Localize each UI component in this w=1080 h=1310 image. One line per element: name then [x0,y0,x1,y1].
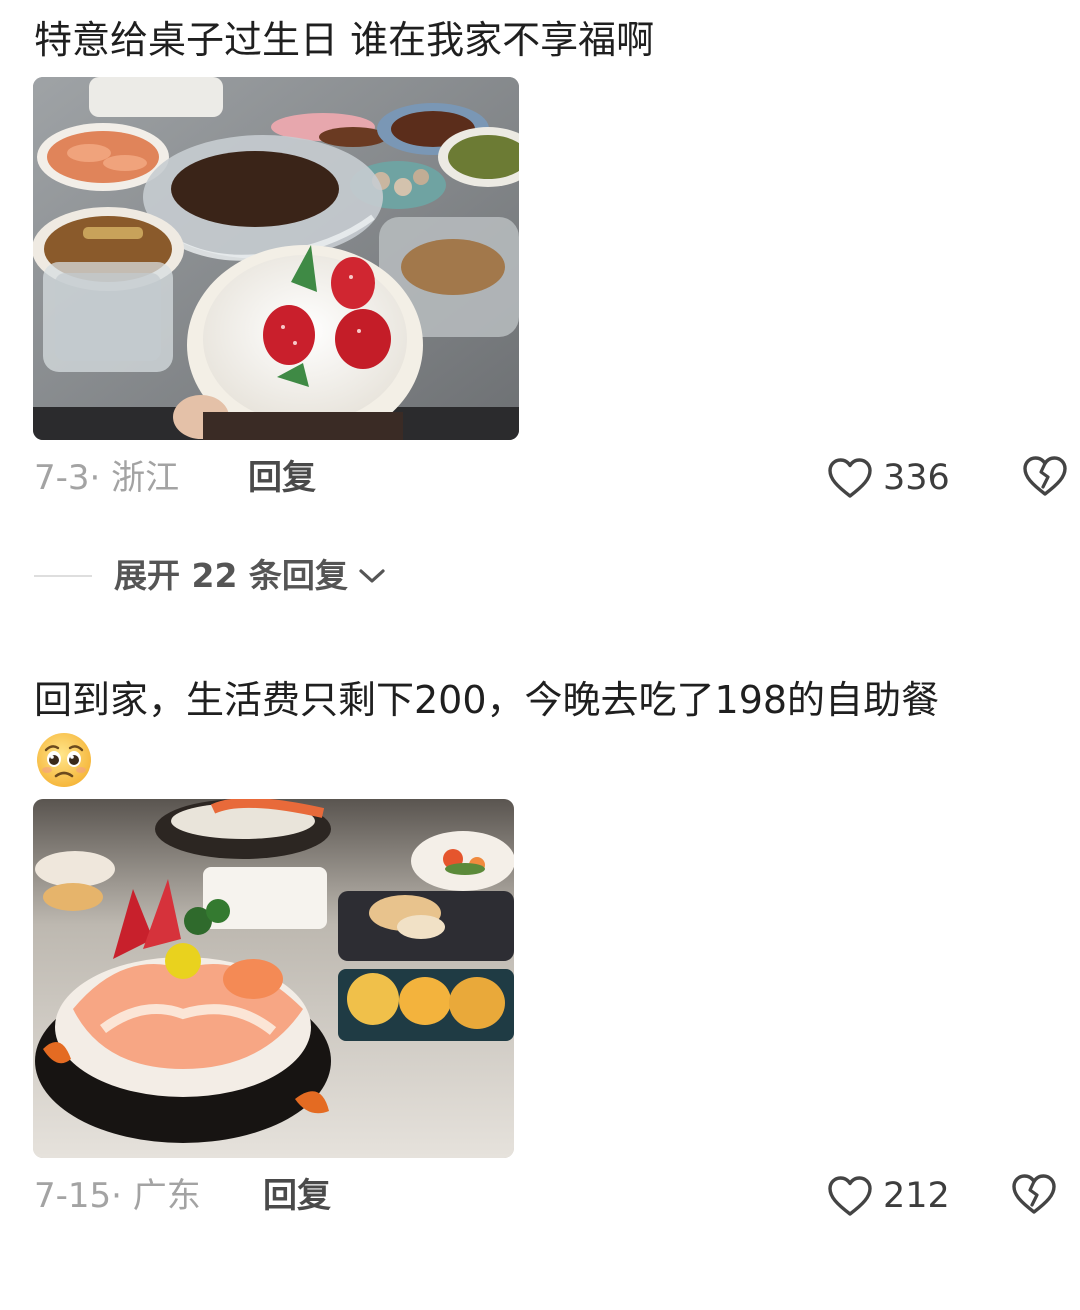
date-location: 7-3· 浙江 [34,458,180,498]
buffet-food-image [33,799,514,1158]
like-button[interactable]: 212 [827,1170,957,1222]
divider-line [34,575,92,577]
reply-button[interactable]: 回复 [263,1174,331,1218]
broken-heart-icon [1012,1174,1056,1214]
heart-outline-icon [828,458,872,498]
expand-replies-button[interactable]: 展开 22 条回复 [114,552,387,600]
comment-1: 特意给桌子过生日 谁在我家不享福啊 7-3· 浙江 回复 336 展开 22 条… [0,0,1080,610]
pleading-face-emoji [37,733,91,787]
reply-button[interactable]: 回复 [248,456,316,500]
expand-replies-row: 展开 22 条回复 [0,550,1080,602]
dislike-button[interactable] [1021,454,1069,502]
comment-meta: 7-15· 广东 回复 212 [0,1166,1080,1226]
birthday-food-image [33,77,519,440]
heart-outline-icon [828,1176,872,1216]
comment-text: 特意给桌子过生日 谁在我家不享福啊 [34,18,655,62]
expand-replies-label: 展开 22 条回复 [114,556,348,595]
date-location: 7-15· 广东 [34,1176,201,1216]
broken-heart-icon [1023,456,1067,496]
comment-photo-cake[interactable] [33,77,519,440]
dislike-button[interactable] [1010,1172,1058,1220]
like-button[interactable]: 336 [827,452,957,504]
comment-photo-buffet[interactable] [33,799,514,1158]
comment-text: 回到家，生活费只剩下200，今晚去吃了198的自助餐 [34,678,940,722]
chevron-down-icon [359,569,385,583]
comment-meta: 7-3· 浙江 回复 336 [0,448,1080,508]
like-count: 336 [883,458,950,498]
like-count: 212 [883,1176,950,1216]
